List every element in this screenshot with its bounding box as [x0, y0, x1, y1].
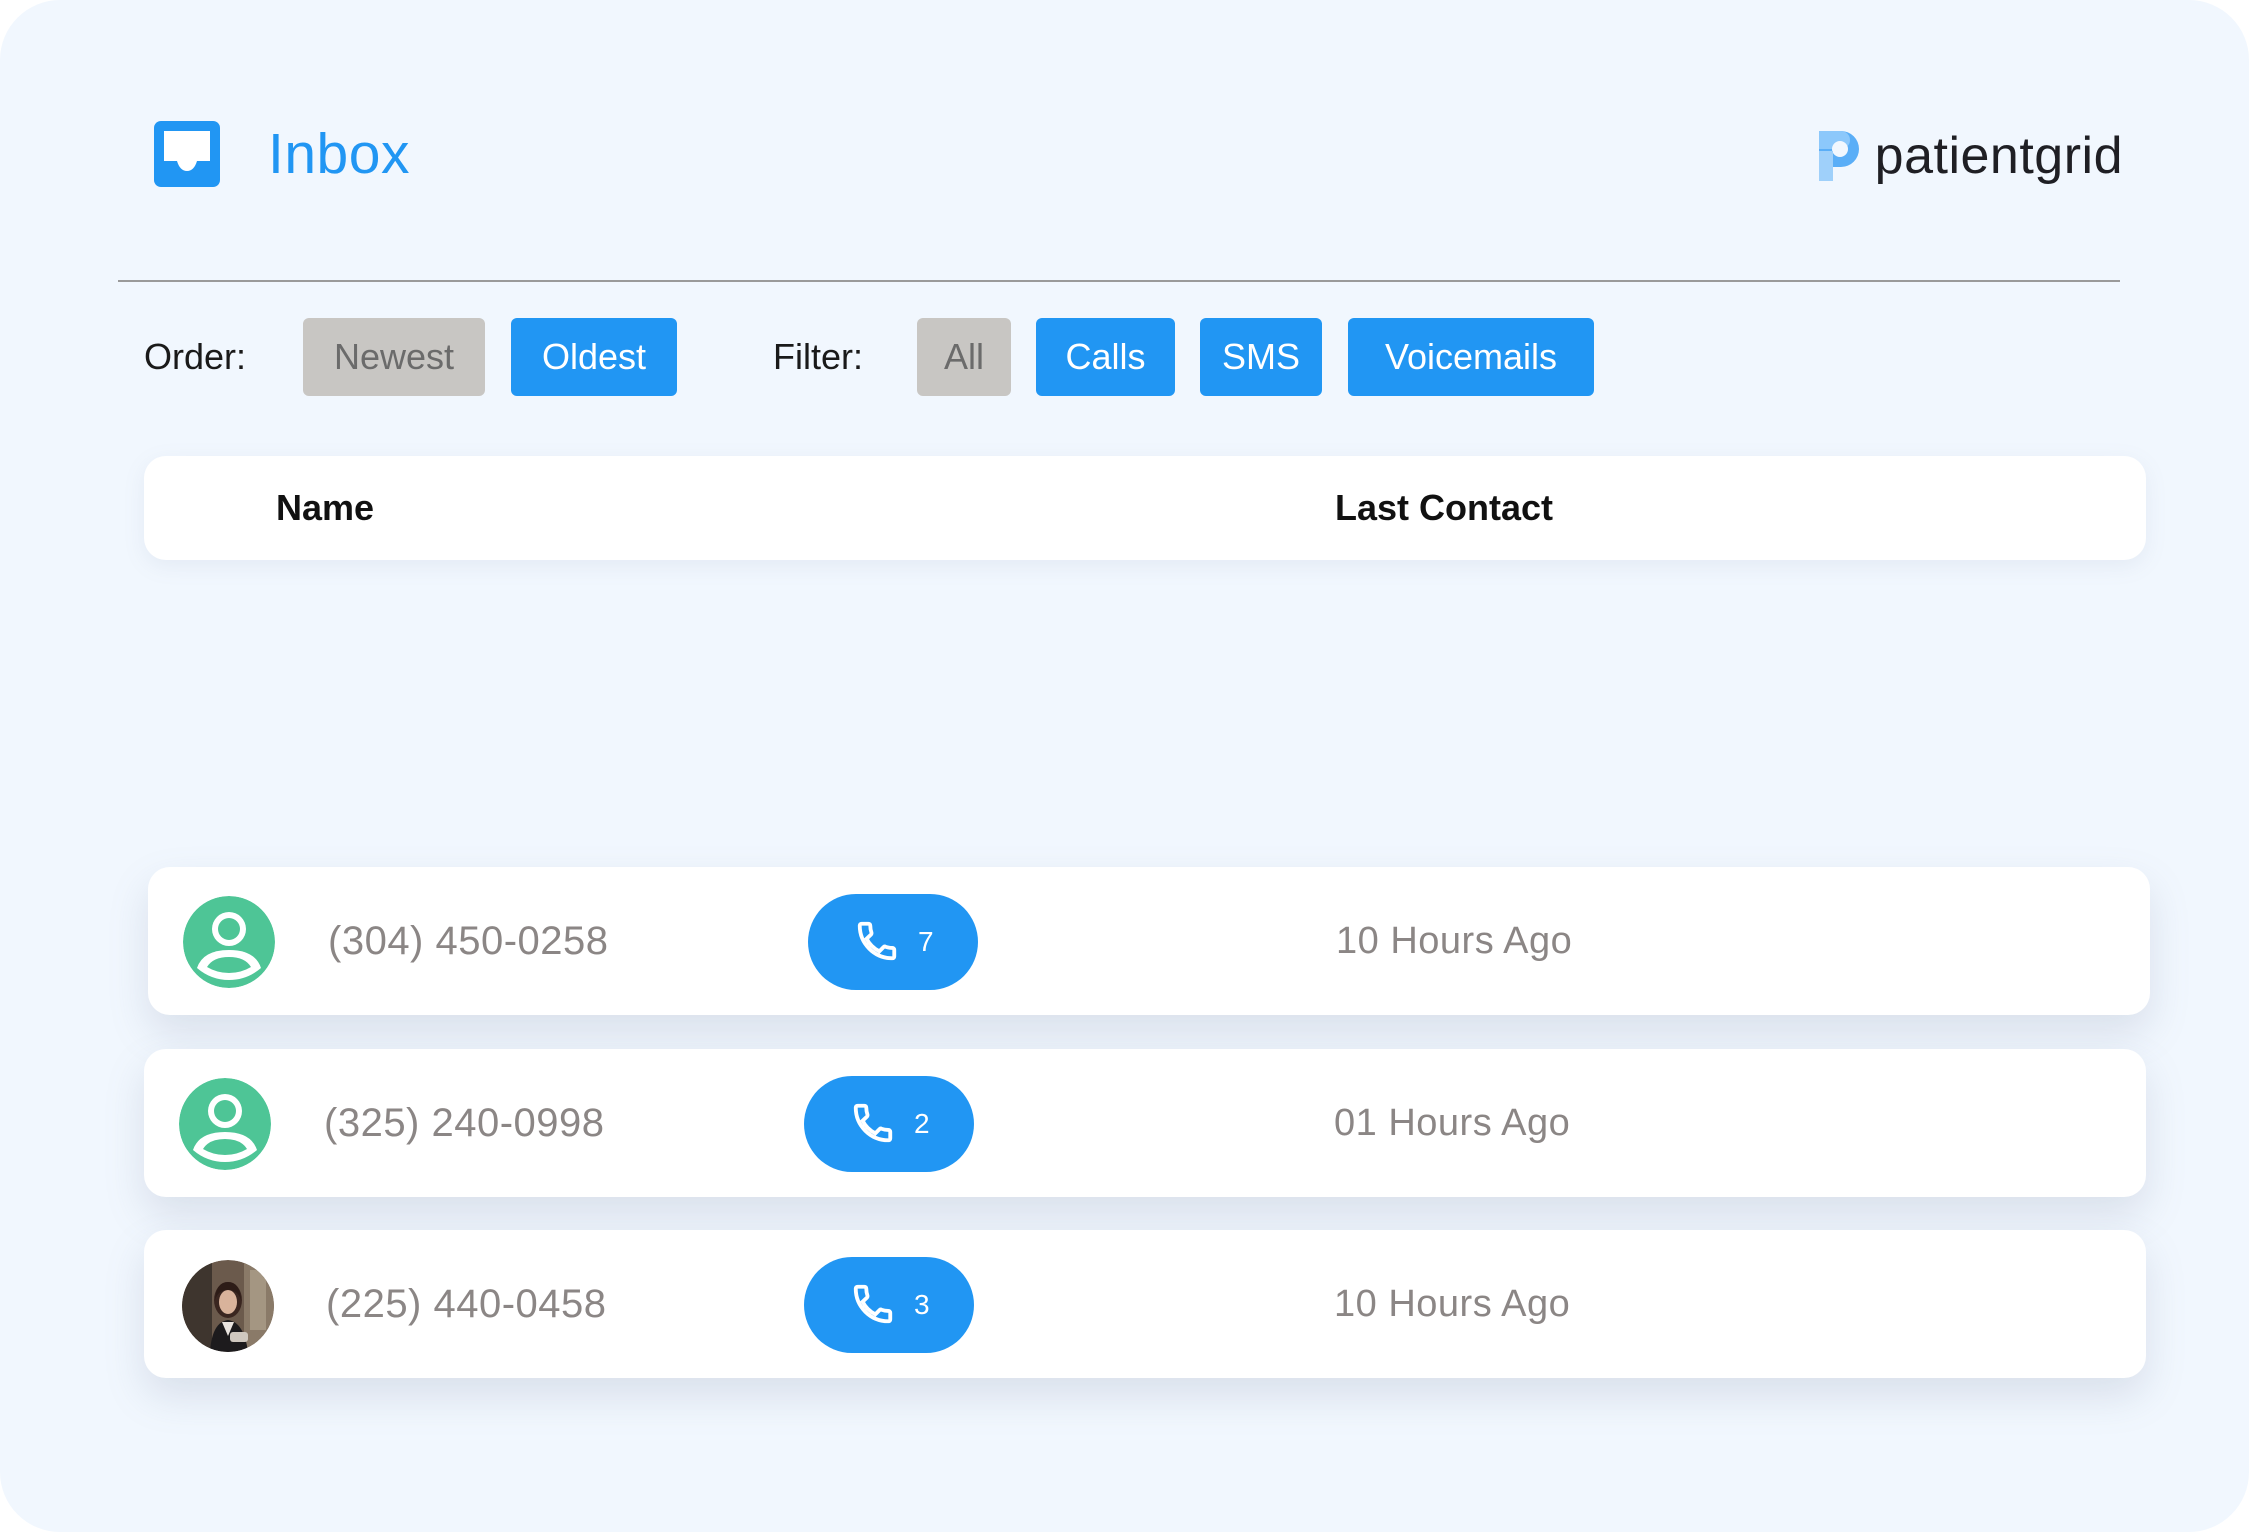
patientgrid-logo-icon	[1818, 131, 1859, 181]
brand-logo: patientgrid	[1815, 120, 2123, 192]
column-header-name[interactable]: Name	[276, 456, 374, 560]
user-photo-avatar	[182, 1260, 274, 1352]
phone-icon	[853, 1284, 893, 1324]
call-count-badge[interactable]: 7	[808, 894, 978, 990]
inbox-panel: Inbox patientgrid Order: Newest Oldest F…	[0, 0, 2249, 1532]
contact-phone: (225) 440-0458	[326, 1282, 607, 1326]
call-count: 7	[918, 926, 934, 957]
filter-all-button[interactable]: All	[917, 318, 1011, 396]
brand-name: patientgrid	[1874, 127, 2123, 185]
phone-icon	[853, 1103, 893, 1143]
table-row[interactable]: (225) 440-0458 3 10 Hours Ago	[144, 1230, 2146, 1378]
order-label: Order:	[144, 336, 247, 377]
default-user-icon	[179, 1078, 271, 1170]
default-user-icon	[183, 896, 275, 988]
page-title: Inbox	[268, 122, 410, 186]
call-count: 2	[914, 1108, 930, 1139]
last-contact-time: 10 Hours Ago	[1334, 1283, 1571, 1325]
filter-label: Filter:	[773, 336, 863, 377]
table-row[interactable]: (304) 450-0258 7 10 Hours Ago	[148, 867, 2150, 1015]
call-count-badge[interactable]: 2	[804, 1076, 974, 1172]
column-header-last-contact[interactable]: Last Contact	[1335, 456, 1553, 560]
table-row[interactable]: (325) 240-0998 2 01 Hours Ago	[144, 1049, 2146, 1197]
contact-phone: (325) 240-0998	[324, 1101, 605, 1145]
table-header: Name Last Contact	[144, 456, 2146, 560]
phone-icon	[857, 921, 897, 961]
filter-sms-button[interactable]: SMS	[1200, 318, 1322, 396]
header-divider	[118, 280, 2120, 282]
contact-phone: (304) 450-0258	[328, 919, 609, 963]
inbox-icon	[154, 121, 220, 187]
last-contact-time: 01 Hours Ago	[1334, 1102, 1571, 1144]
call-count-badge[interactable]: 3	[804, 1257, 974, 1353]
last-contact-time: 10 Hours Ago	[1336, 920, 1573, 962]
call-count: 3	[914, 1289, 930, 1320]
filter-calls-button[interactable]: Calls	[1036, 318, 1175, 396]
order-newest-button[interactable]: Newest	[303, 318, 485, 396]
filter-voicemails-button[interactable]: Voicemails	[1348, 318, 1594, 396]
order-oldest-button[interactable]: Oldest	[511, 318, 677, 396]
